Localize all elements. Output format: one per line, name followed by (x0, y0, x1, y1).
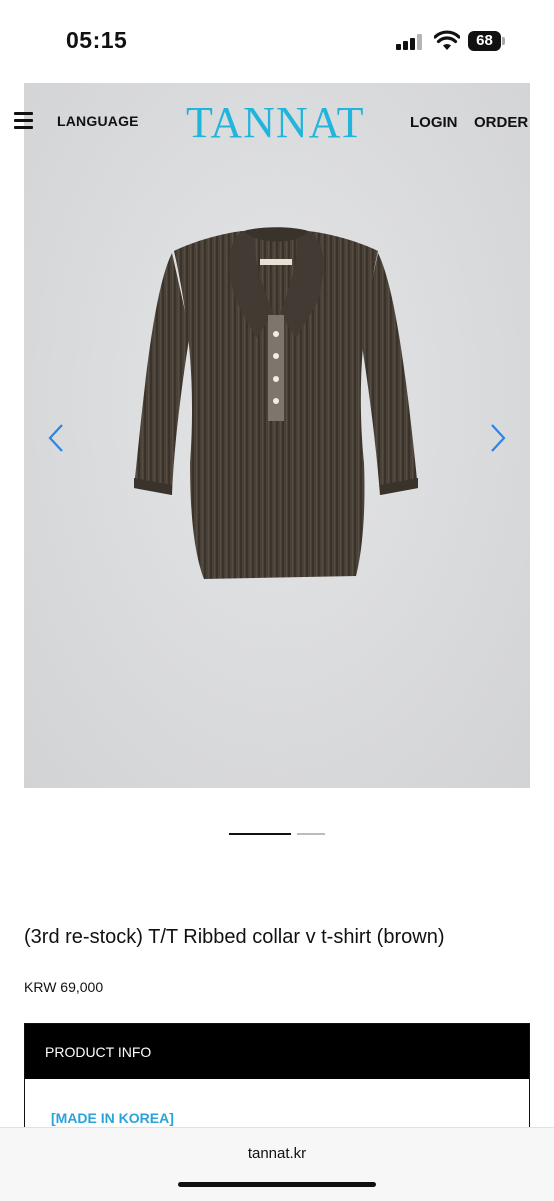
hamburger-menu-icon[interactable] (14, 112, 33, 130)
login-link[interactable]: LOGIN (410, 114, 458, 131)
language-link[interactable]: LANGUAGE (57, 113, 139, 129)
status-bar: 05:15 68 (0, 0, 554, 80)
wifi-icon (434, 30, 460, 50)
cellular-signal-icon (396, 34, 424, 50)
product-info-title: PRODUCT INFO (45, 1044, 152, 1060)
status-time: 05:15 (66, 27, 128, 53)
carousel-page-indicator[interactable] (297, 833, 325, 835)
product-price: KRW 69,000 (24, 979, 104, 995)
chevron-left-icon[interactable] (45, 423, 67, 453)
product-image (134, 227, 418, 579)
tannat-logo[interactable]: TANNAT (186, 99, 364, 147)
browser-url-bar[interactable]: tannat.kr (0, 1127, 554, 1201)
made-in-label: [MADE IN KOREA] (51, 1110, 174, 1126)
order-link[interactable]: ORDER (474, 114, 528, 131)
product-image-carousel[interactable] (24, 83, 530, 788)
chevron-right-icon[interactable] (487, 423, 509, 453)
battery-icon: 68 (468, 31, 505, 51)
home-indicator[interactable] (178, 1182, 376, 1187)
url-text[interactable]: tannat.kr (0, 1145, 554, 1162)
product-title: (3rd re-stock) T/T Ribbed collar v t-shi… (24, 926, 445, 948)
product-info-header[interactable]: PRODUCT INFO (25, 1024, 529, 1079)
carousel-page-indicator-active[interactable] (229, 833, 291, 835)
battery-level: 68 (476, 32, 493, 49)
